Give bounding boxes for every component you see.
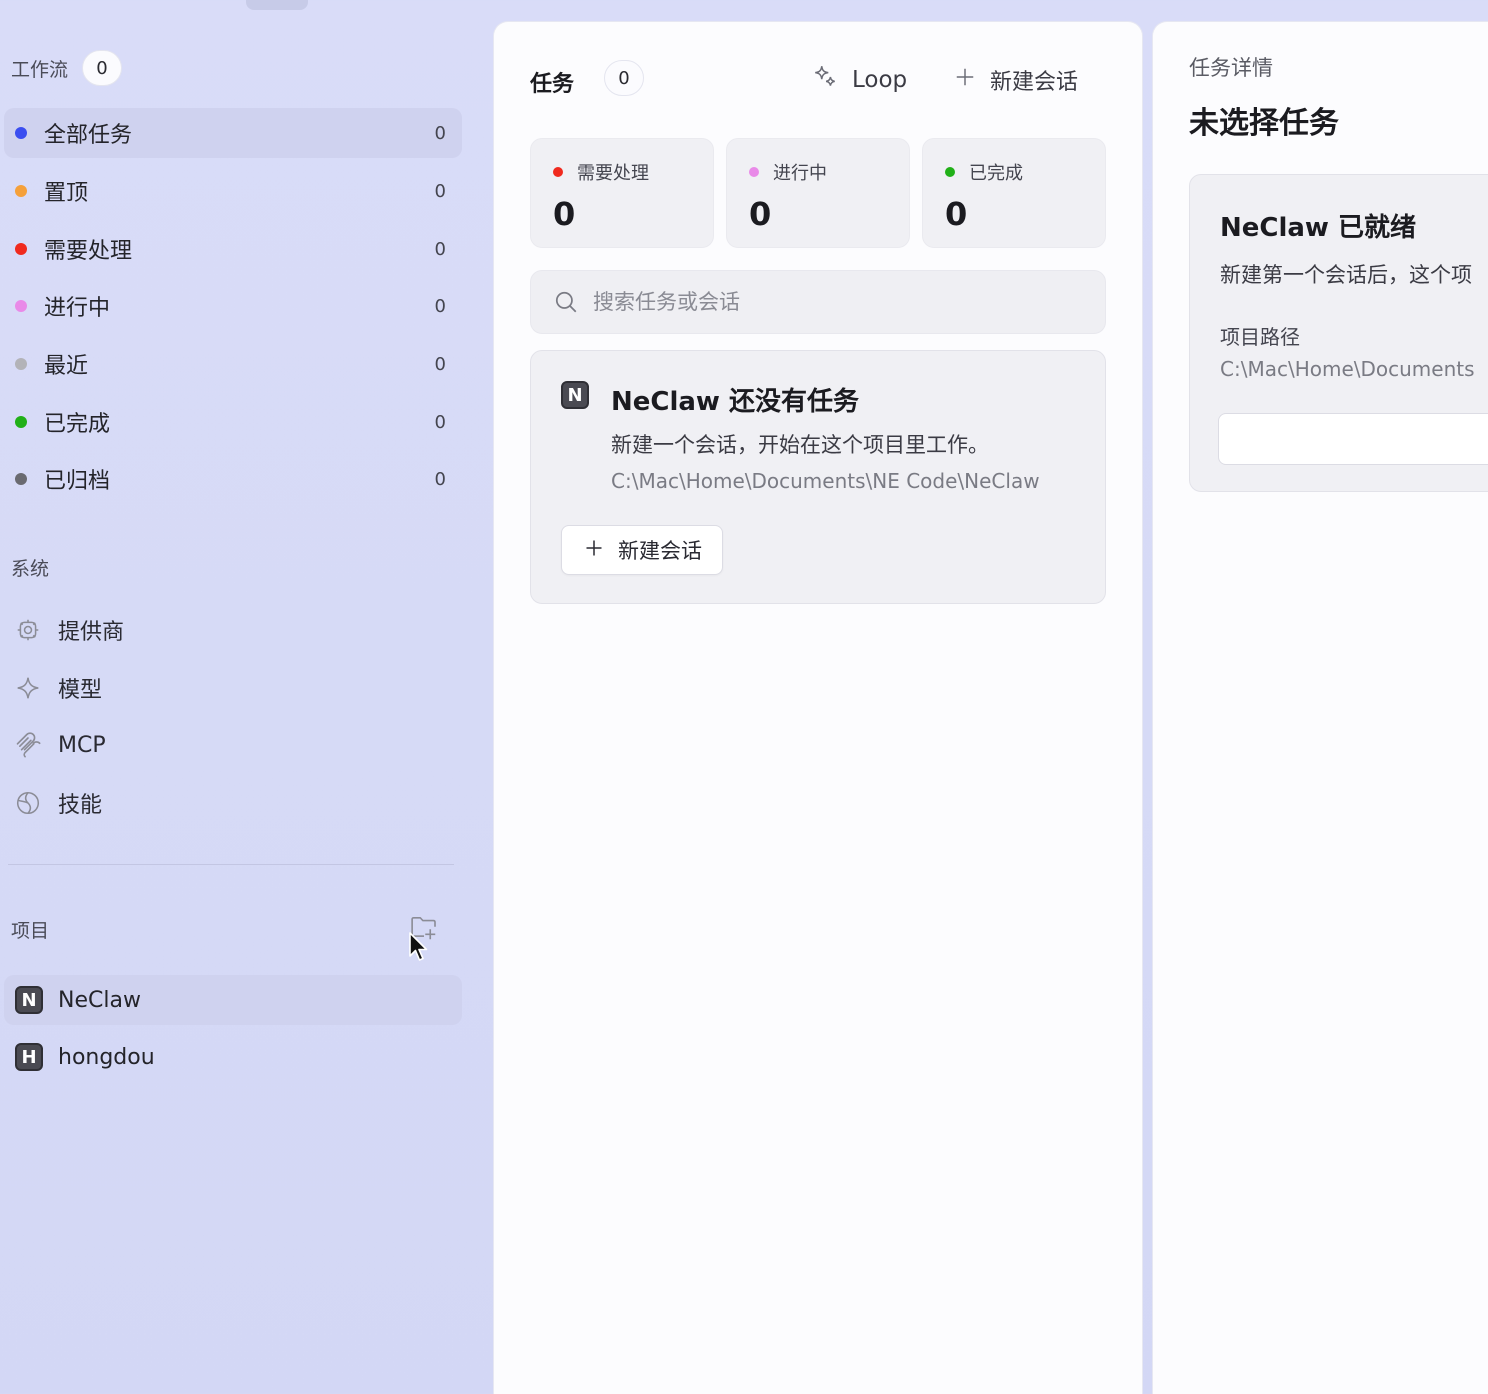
workflow-item-label: 已归档 [44, 469, 111, 494]
status-dot [15, 416, 27, 428]
project-path: C:\Mac\Home\Documents [1220, 357, 1475, 381]
projects-section-title: 项目 [11, 920, 50, 942]
sidebar: 工作流 0 全部任务 0 置顶 0 需要处理 0 进行中 0 最近 0 已完成 … [0, 0, 478, 1394]
workflow-item-count: 0 [434, 238, 446, 260]
task-panel-title: 任务 [530, 72, 575, 97]
search-icon [553, 289, 579, 315]
stat-value: 0 [749, 195, 772, 233]
project-avatar: N [15, 986, 43, 1014]
ready-card-description: 新建第一个会话后，这个项 [1220, 263, 1472, 287]
stat-card-in-progress[interactable]: 进行中 0 [726, 138, 910, 248]
workflow-section-header: 工作流 0 [11, 50, 123, 86]
workflow-item-label: 置顶 [44, 181, 89, 206]
project-ready-card: NeClaw 已就绪 新建第一个会话后，这个项 项目路径 C:\Mac\Home… [1189, 174, 1488, 492]
new-session-label: 新建会话 [618, 539, 702, 563]
sidebar-item-mcp[interactable]: MCP [14, 720, 106, 770]
status-dot [15, 243, 27, 255]
workflow-item-label: 需要处理 [44, 239, 133, 264]
sidebar-item-label: 技能 [58, 793, 103, 818]
workflow-item-count: 0 [434, 180, 446, 202]
ready-card-title: NeClaw 已就绪 [1220, 213, 1417, 243]
workflow-item-label: 进行中 [44, 296, 111, 321]
loop-button[interactable]: Loop [812, 64, 907, 96]
task-detail-panel: 任务详情 未选择任务 NeClaw 已就绪 新建第一个会话后，这个项 项目路径 … [1153, 22, 1488, 1394]
sparkle-icon [14, 674, 42, 702]
project-item-label: hongdou [58, 1044, 155, 1070]
stat-label: 已完成 [969, 163, 1023, 184]
stat-label: 需要处理 [577, 163, 649, 184]
projects-section-header: 项目 [11, 916, 49, 943]
project-path: C:\Mac\Home\Documents\NE Code\NeClaw [611, 469, 1040, 493]
stat-value: 0 [553, 195, 576, 233]
sidebar-item-label: 提供商 [58, 620, 125, 645]
stat-label: 进行中 [773, 163, 827, 184]
workflow-item-count: 0 [434, 122, 446, 144]
search-box [530, 270, 1106, 334]
sidebar-item-label: 模型 [58, 678, 103, 703]
sidebar-item-providers[interactable]: 提供商 [14, 605, 124, 655]
mcp-icon [14, 731, 42, 759]
workflow-count-badge: 0 [82, 50, 123, 86]
status-dot [945, 167, 955, 177]
status-dot [15, 300, 27, 312]
new-session-button[interactable]: 新建会话 [954, 64, 1078, 96]
sidebar-item-skills[interactable]: 技能 [14, 778, 102, 828]
project-avatar: H [15, 1043, 43, 1071]
plus-icon [584, 538, 604, 563]
project-path-label: 项目路径 [1220, 325, 1300, 349]
sidebar-item-label: MCP [58, 732, 106, 758]
loop-button-label: Loop [852, 67, 908, 93]
session-input[interactable] [1218, 413, 1488, 465]
workflow-item-count: 0 [434, 411, 446, 433]
globe-icon [14, 789, 42, 817]
status-dot [15, 473, 27, 485]
new-session-button[interactable]: 新建会话 [561, 525, 723, 575]
status-dot [553, 167, 563, 177]
project-item-neclaw[interactable]: N NeClaw [4, 975, 462, 1025]
workflow-item-label: 已完成 [44, 412, 111, 437]
sidebar-divider [8, 864, 454, 865]
task-panel: 任务 0 Loop 新建会话 需要处理 0 进行中 0 已完成 0 搜索任务或会… [494, 22, 1142, 1394]
search-input[interactable] [593, 290, 1073, 314]
workflow-item-archived[interactable]: 已归档 0 [4, 454, 462, 504]
workflow-item-completed[interactable]: 已完成 0 [4, 397, 462, 447]
sparkle-icon [812, 64, 838, 96]
sidebar-item-models[interactable]: 模型 [14, 663, 102, 713]
status-dot [15, 358, 27, 370]
workflow-section-title: 工作流 [11, 58, 69, 81]
workflow-item-needs-action[interactable]: 需要处理 0 [4, 224, 462, 274]
workflow-item-label: 全部任务 [44, 123, 133, 148]
detail-title: 未选择任务 [1189, 106, 1339, 141]
workflow-item-label: 最近 [44, 354, 89, 379]
workflow-item-count: 0 [434, 468, 446, 490]
gear-icon [14, 616, 42, 644]
system-section-header: 系统 [11, 554, 49, 581]
stat-value: 0 [945, 195, 968, 233]
stat-card-needs-action[interactable]: 需要处理 0 [530, 138, 714, 248]
workflow-item-recent[interactable]: 最近 0 [4, 339, 462, 389]
empty-state-title: NeClaw 还没有任务 [611, 387, 860, 417]
project-item-hongdou[interactable]: H hongdou [4, 1032, 462, 1082]
mouse-cursor-icon [409, 932, 428, 961]
workflow-item-pinned[interactable]: 置顶 0 [4, 166, 462, 216]
status-dot [15, 185, 27, 197]
status-dot [15, 127, 27, 139]
status-dot [749, 167, 759, 177]
workflow-item-count: 0 [434, 353, 446, 375]
empty-state-description: 新建一个会话，开始在这个项目里工作。 [611, 433, 989, 457]
project-item-label: NeClaw [58, 987, 141, 1013]
plus-icon [954, 66, 976, 94]
workflow-item-count: 0 [434, 295, 446, 317]
workflow-item-in-progress[interactable]: 进行中 0 [4, 281, 462, 331]
task-count-badge: 0 [604, 60, 644, 96]
window-drag-handle[interactable] [246, 0, 308, 10]
empty-state-card: N NeClaw 还没有任务 新建一个会话，开始在这个项目里工作。 C:\Mac… [530, 350, 1106, 604]
stat-card-completed[interactable]: 已完成 0 [922, 138, 1106, 248]
workflow-item-all-tasks[interactable]: 全部任务 0 [4, 108, 462, 158]
new-session-label: 新建会话 [990, 70, 1079, 95]
project-avatar: N [561, 381, 589, 409]
system-section-title: 系统 [11, 558, 50, 580]
detail-section-label: 任务详情 [1189, 56, 1273, 80]
